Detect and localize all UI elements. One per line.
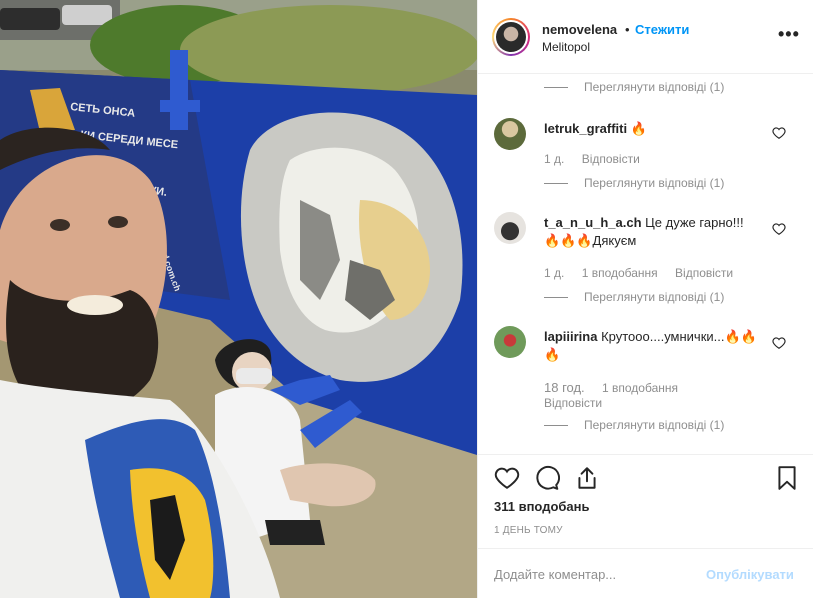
comment-text: letruk_graffiti 🔥 <box>544 120 762 138</box>
more-horizontal-icon[interactable]: ••• <box>778 24 800 45</box>
replies-divider <box>544 297 568 299</box>
comment-heart-icon[interactable] <box>772 126 786 140</box>
replies-divider <box>544 425 568 427</box>
view-replies-link[interactable]: Переглянути відповіді (1) <box>544 176 724 192</box>
comment-body: 🔥 <box>630 121 647 136</box>
reply-button[interactable]: Відповісти <box>582 152 640 166</box>
view-replies-label: Переглянути відповіді (1) <box>584 290 725 304</box>
comment-meta: 1 д. Відповісти <box>544 152 654 166</box>
view-replies-label: Переглянути відповіді (1) <box>584 176 725 190</box>
view-replies-label: Переглянути відповіді (1) <box>584 418 725 432</box>
share-icon[interactable] <box>574 465 600 491</box>
comment-meta: 18 год. 1 вподобання <box>544 380 774 395</box>
mural-selfie-image: СЕТЬ ОНСА КИ СЕРЕДИ МЕСЕ КА АРГУИ. ed.co… <box>0 0 477 598</box>
view-replies-link[interactable]: Переглянути відповіді (1) <box>544 290 724 306</box>
commenter-avatar[interactable] <box>494 326 526 358</box>
commenter-avatar[interactable] <box>494 118 526 150</box>
replies-divider <box>544 183 568 185</box>
likes-count[interactable]: 311 вподобань <box>494 499 590 514</box>
comments-list[interactable]: Переглянути відповіді (1) letruk_graffit… <box>478 74 813 454</box>
add-comment-bar: Опублікувати <box>478 548 813 598</box>
author-avatar[interactable] <box>492 18 530 56</box>
reply-button[interactable]: Відповісти <box>544 396 602 410</box>
comment-username[interactable]: lapiiirina <box>544 329 597 344</box>
replies-divider <box>544 87 568 89</box>
separator-dot: • <box>625 22 630 37</box>
post-location[interactable]: Melitopol <box>542 40 590 54</box>
follow-button[interactable]: Стежити <box>635 22 689 37</box>
commenter-avatar[interactable] <box>494 212 526 244</box>
view-replies-label: Переглянути відповіді (1) <box>584 80 725 94</box>
action-bar: 311 вподобань 1 ДЕНЬ ТОМУ <box>478 454 813 548</box>
post-photo[interactable]: СЕТЬ ОНСА КИ СЕРЕДИ МЕСЕ КА АРГУИ. ed.co… <box>0 0 477 598</box>
comment-time[interactable]: 1 д. <box>544 152 564 166</box>
post-time-ago[interactable]: 1 ДЕНЬ ТОМУ <box>494 525 563 536</box>
comment-username[interactable]: letruk_graffiti <box>544 121 627 136</box>
view-replies-link[interactable]: Переглянути відповіді (1) <box>544 418 724 434</box>
post-header: nemovelena • Стежити Melitopol ••• <box>478 0 813 74</box>
author-username[interactable]: nemovelena <box>542 22 617 37</box>
comment-likes[interactable]: 1 вподобання <box>602 381 678 395</box>
comment-time[interactable]: 1 д. <box>544 266 564 280</box>
comment-likes[interactable]: 1 вподобання <box>582 266 658 280</box>
publish-button[interactable]: Опублікувати <box>706 567 794 582</box>
reply-button[interactable]: Відповісти <box>675 266 733 280</box>
view-replies-link[interactable]: Переглянути відповіді (1) <box>544 80 724 96</box>
comment-meta: 1 д. 1 вподобання Відповісти <box>544 266 747 280</box>
comment-text: lapiiirina Крутоoo....умнички...🔥🔥🔥 <box>544 328 762 364</box>
comment-icon[interactable] <box>534 465 560 491</box>
comment-username[interactable]: t_a_n_u_h_a.ch <box>544 215 642 230</box>
post-panel: nemovelena • Стежити Melitopol ••• Перег… <box>477 0 813 598</box>
comment-meta-2: Відповісти <box>544 396 616 410</box>
comment-time[interactable]: 18 год. <box>544 380 585 395</box>
comment-input[interactable] <box>494 563 694 585</box>
bookmark-icon[interactable] <box>774 465 800 491</box>
comment-heart-icon[interactable] <box>772 222 786 236</box>
heart-icon[interactable] <box>494 465 520 491</box>
comment-text: t_a_n_u_h_a.ch Це дуже гарно!!! 🔥🔥🔥Дякує… <box>544 214 762 250</box>
comment-heart-icon[interactable] <box>772 336 786 350</box>
